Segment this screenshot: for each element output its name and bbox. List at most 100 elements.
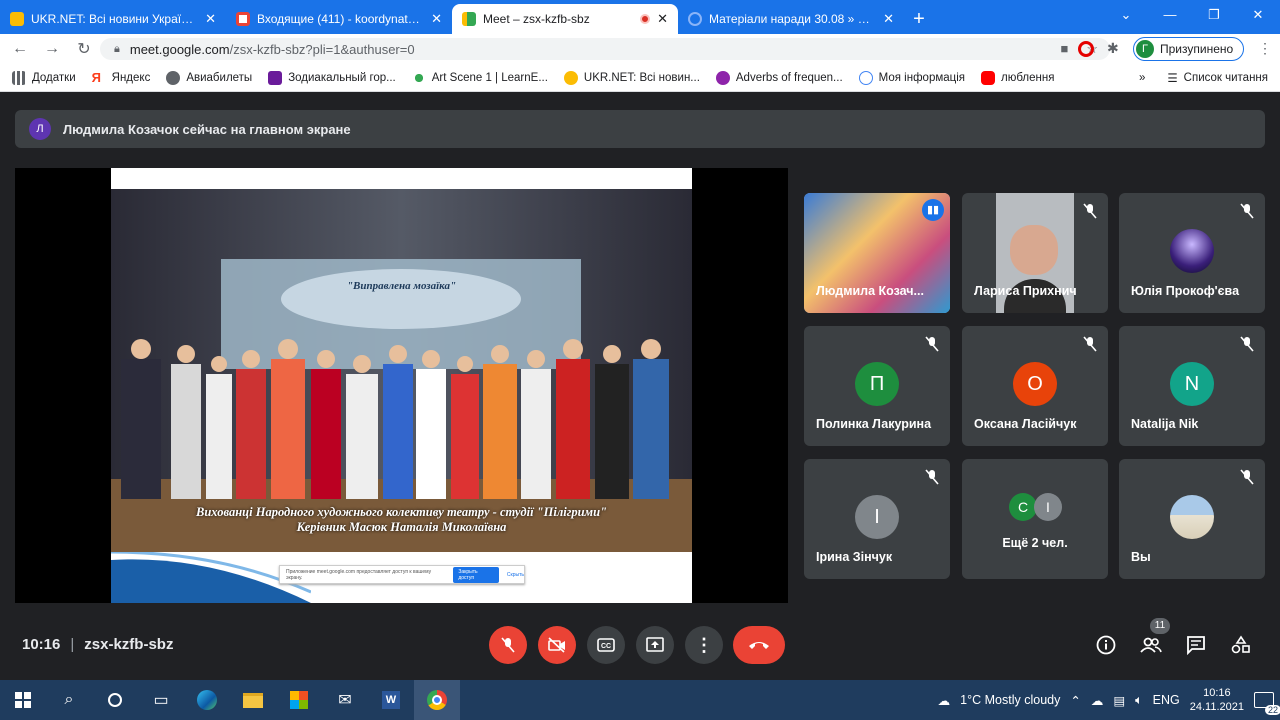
restore-icon[interactable]: ❐: [1192, 0, 1236, 30]
more-vert-icon: ⋮: [695, 634, 713, 655]
word-icon: W: [382, 691, 400, 709]
close-icon[interactable]: ✕: [657, 11, 668, 27]
clock[interactable]: 10:16 24.11.2021: [1190, 686, 1244, 714]
camera-icon[interactable]: ■: [1060, 41, 1068, 57]
activities-icon: [1231, 635, 1250, 654]
slide-caption-line1: Вихованці Народного художнього колективу…: [196, 505, 607, 519]
people-count-badge: 11: [1150, 618, 1170, 634]
bookmark-yandex[interactable]: Я Яндекс: [92, 70, 151, 85]
camera-toggle-button[interactable]: [538, 626, 576, 664]
meet-page: Л Людмила Козачок сейчас на главном экра…: [0, 96, 1280, 680]
participant-tile[interactable]: ▮▮ Людмила Козач...: [804, 193, 950, 313]
share-text: Приложение meet.google.com предоставляет…: [286, 568, 432, 581]
avatar: [1170, 229, 1214, 273]
word-button[interactable]: W: [368, 680, 414, 720]
avatar: Г: [1136, 40, 1154, 58]
reload-icon[interactable]: ↻: [68, 39, 100, 59]
forward-icon[interactable]: →: [36, 40, 68, 58]
menu-icon[interactable]: ⋮: [1258, 40, 1272, 57]
bookmark-zodiac[interactable]: Зодиакальный гор...: [268, 70, 396, 85]
search-button[interactable]: ⌕: [46, 680, 92, 720]
stop-sharing-button[interactable]: Закрыть доступ: [453, 566, 499, 583]
tab-meet[interactable]: Meet – zsx-kzfb-sbz ✕: [452, 4, 678, 34]
toolbar: ← → ↻ 🔒︎ meet.google.com/zsx-kzfb-sbz?pl…: [0, 34, 1280, 64]
bookmark-ukrnet[interactable]: UKR.NET: Всі новин...: [563, 70, 700, 85]
notification-center-button[interactable]: 22: [1254, 692, 1280, 715]
bookmark-youtube[interactable]: люблення: [981, 70, 1055, 85]
tab-gmail[interactable]: Входящие (411) - koordynatzia@ ✕: [226, 4, 452, 34]
weather-icon[interactable]: ☁: [938, 693, 951, 708]
file-explorer-button[interactable]: [230, 680, 276, 720]
participant-name: Лариса Прихнич: [974, 284, 1077, 298]
address-bar[interactable]: 🔒︎ meet.google.com/zsx-kzfb-sbz?pli=1&au…: [100, 38, 1110, 60]
tab-ukrnet[interactable]: UKR.NET: Всі новини України, ос ✕: [0, 4, 226, 34]
reading-list-button[interactable]: ☰ Список читання: [1167, 71, 1268, 85]
leave-call-button[interactable]: [733, 626, 785, 664]
extensions-icon[interactable]: ✱: [1107, 40, 1119, 57]
close-window-icon[interactable]: ✕: [1236, 0, 1280, 30]
cortana-button[interactable]: [92, 680, 138, 720]
captions-button[interactable]: CC: [587, 626, 625, 664]
volume-icon[interactable]: 🔈︎: [1135, 693, 1143, 708]
opera-extension-icon[interactable]: [1078, 41, 1094, 57]
hide-share-bar-link[interactable]: Скрыть: [507, 572, 524, 578]
clock-date: 24.11.2021: [1189, 701, 1244, 713]
participant-tile[interactable]: Юлія Прокоф'єва: [1119, 193, 1265, 313]
meeting-details-button[interactable]: [1093, 632, 1119, 658]
participant-tile[interactable]: Вы: [1119, 459, 1265, 579]
mic-off-icon: [1083, 336, 1097, 352]
profile-button[interactable]: Г Призупинено: [1133, 37, 1245, 61]
ukrnet-icon: [563, 70, 578, 85]
notice-text: Людмила Козачок сейчас на главном экране: [63, 121, 351, 137]
bookmark-label: Додатки: [32, 71, 76, 84]
tab-materials[interactable]: Матеріали наради 30.08 » КНЗ Н ✕: [678, 4, 904, 34]
bookmark-info[interactable]: Моя інформація: [858, 70, 966, 85]
bookmark-artscene[interactable]: Art Scene 1 | LearnE...: [411, 70, 548, 85]
search-icon: ⌕: [64, 691, 74, 708]
participant-tile[interactable]: І Ірина Зінчук: [804, 459, 950, 579]
more-options-button[interactable]: ⋮: [685, 626, 723, 664]
close-icon[interactable]: ✕: [431, 11, 442, 27]
activities-button[interactable]: [1228, 632, 1254, 658]
mic-toggle-button[interactable]: [489, 626, 527, 664]
onedrive-icon[interactable]: ☁: [1091, 693, 1104, 708]
close-icon[interactable]: ✕: [883, 11, 894, 27]
more-participants-tile[interactable]: С І Ещё 2 чел.: [962, 459, 1108, 579]
store-button[interactable]: [276, 680, 322, 720]
language-indicator[interactable]: ENG: [1153, 693, 1180, 707]
tray-expand-icon[interactable]: ⌃: [1070, 693, 1080, 708]
network-icon[interactable]: ▤: [1113, 693, 1125, 708]
bookmark-adverbs[interactable]: Adverbs of frequen...: [715, 70, 843, 85]
edge-button[interactable]: [184, 680, 230, 720]
participant-name: Ірина Зінчук: [816, 550, 893, 564]
bookmark-aviabilety[interactable]: Авиабилеты: [166, 70, 252, 85]
participant-tile[interactable]: Лариса Прихнич: [962, 193, 1108, 313]
lock-icon[interactable]: 🔒︎: [114, 43, 120, 56]
bookmarks-overflow-button[interactable]: »: [1139, 72, 1145, 84]
task-view-button[interactable]: ▭: [138, 680, 184, 720]
avatar: П: [855, 362, 899, 406]
people-button[interactable]: [1138, 632, 1164, 658]
chrome-button[interactable]: [414, 680, 460, 720]
bookmark-label: люблення: [1001, 71, 1055, 84]
minimize-icon[interactable]: —: [1148, 0, 1192, 30]
chat-button[interactable]: [1183, 632, 1209, 658]
weather-text[interactable]: 1°C Mostly cloudy: [960, 693, 1060, 707]
tab-search-icon[interactable]: ⌄: [1104, 0, 1148, 30]
participant-tile[interactable]: N Natalija Nik: [1119, 326, 1265, 446]
mail-button[interactable]: ✉: [322, 680, 368, 720]
bookmark-label: Моя інформація: [878, 71, 966, 84]
flower-icon: [715, 70, 730, 85]
present-screen-button[interactable]: [636, 626, 674, 664]
participant-tile[interactable]: П Полинка Лакурина: [804, 326, 950, 446]
new-tab-button[interactable]: +: [904, 4, 934, 34]
chrome-icon: [427, 690, 447, 710]
participant-tile[interactable]: О Оксана Ласійчук: [962, 326, 1108, 446]
mic-off-icon: [1240, 469, 1254, 485]
start-button[interactable]: [0, 680, 46, 720]
presentation-stage[interactable]: "Виправлена мозаїка" Вихованці Народного…: [15, 168, 788, 603]
close-icon[interactable]: ✕: [205, 11, 216, 27]
back-icon[interactable]: ←: [4, 40, 36, 58]
youtube-icon: [981, 70, 996, 85]
bookmark-apps[interactable]: Додатки: [12, 70, 76, 85]
